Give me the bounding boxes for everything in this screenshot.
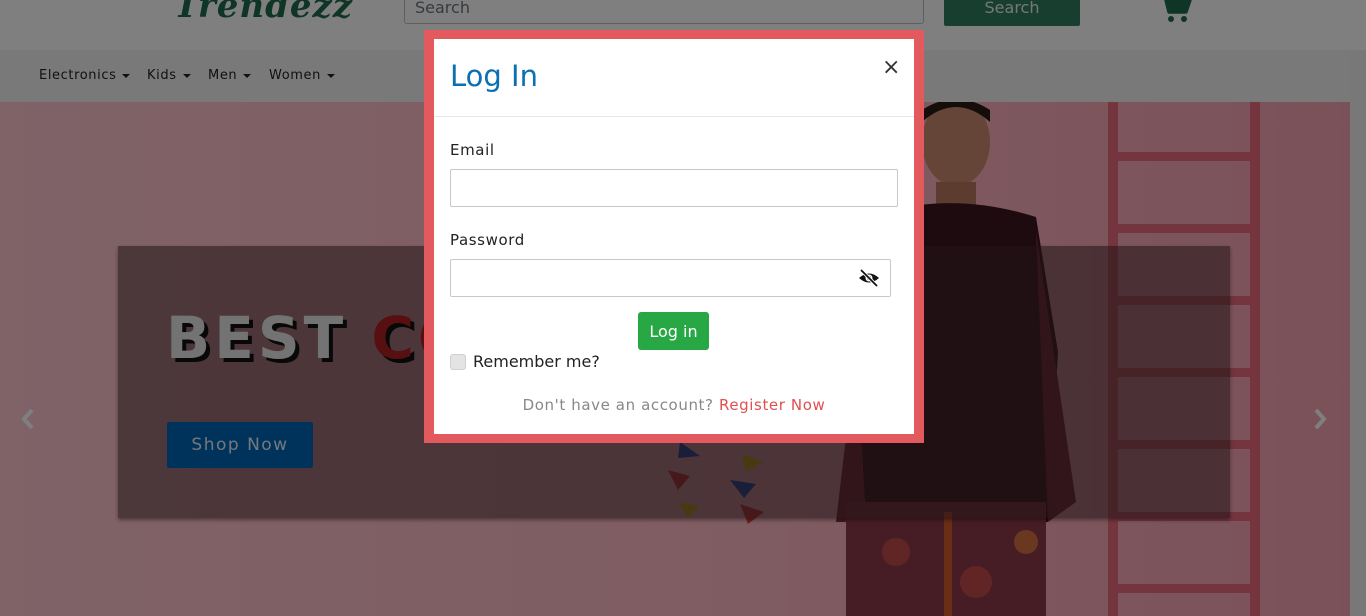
remember-me-label[interactable]: Remember me? [473,352,600,371]
close-button[interactable]: × [882,57,900,79]
no-account-text: Don't have an account? [522,396,719,414]
password-label: Password [450,231,525,249]
remember-me-checkbox[interactable] [450,354,466,370]
login-button[interactable]: Log in [638,312,709,350]
email-field[interactable] [450,169,898,207]
eye-slash-icon[interactable] [858,269,880,287]
modal-title: Log In [450,59,538,93]
register-prompt: Don't have an account? Register Now [434,396,914,414]
email-label: Email [450,141,495,159]
login-modal: Log In × Email Password Log in Remember … [434,39,914,434]
login-modal-frame: Log In × Email Password Log in Remember … [424,30,924,443]
modal-header: Log In × [434,39,914,117]
password-field[interactable] [450,259,891,297]
register-now-link[interactable]: Register Now [719,396,825,414]
